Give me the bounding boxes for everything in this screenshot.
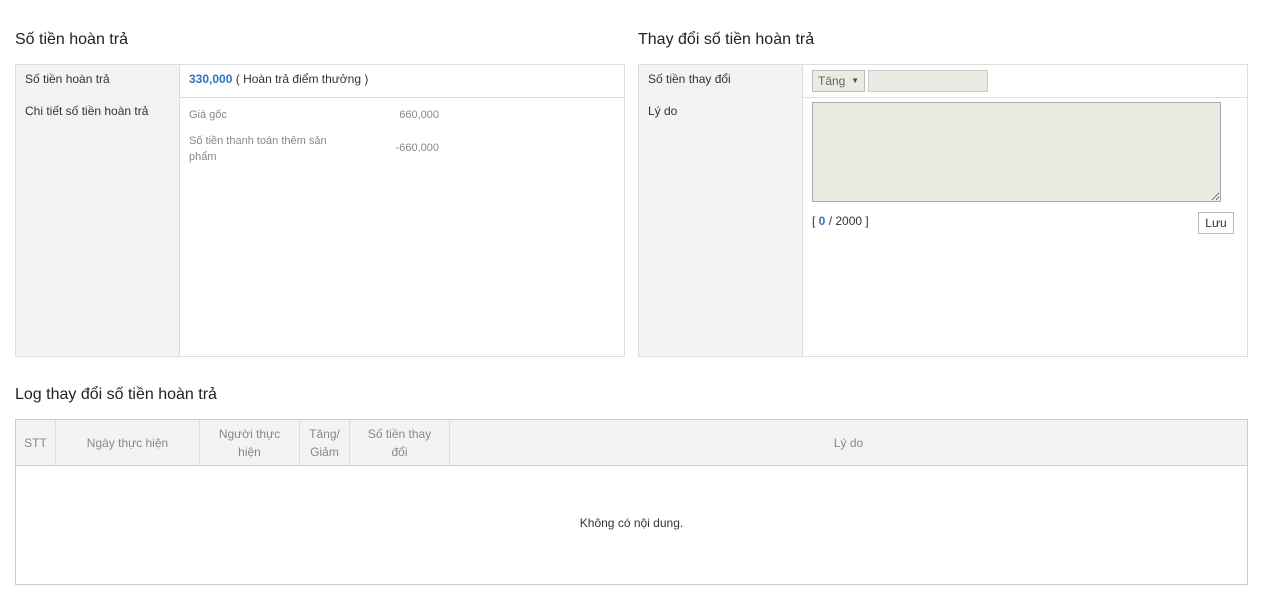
log-table-header: STT Ngày thực hiện Người thực hiện Tăng/… — [16, 420, 1247, 466]
refund-amount-value: 330,000 — [189, 72, 233, 86]
chevron-down-icon: ▼ — [851, 76, 859, 85]
detail-original-price-label: Giá gốc — [189, 109, 227, 121]
col-direction: Tăng/ Giảm — [300, 420, 350, 465]
change-section-title: Thay đổi số tiền hoàn trả — [638, 31, 815, 48]
reason-textarea[interactable] — [812, 102, 1221, 202]
reason-row: Lý do [ 0 / 2000 ] Lưu — [639, 97, 1247, 356]
change-amount-row: Số tiền thay đổi Tăng ▼ — [639, 65, 1247, 98]
refund-amount-row: Số tiền hoàn trả 330,000 ( Hoàn trả điểm… — [16, 65, 624, 98]
col-stt: STT — [16, 420, 56, 465]
direction-select-value: Tăng — [818, 74, 846, 88]
direction-select[interactable]: Tăng ▼ — [812, 70, 865, 92]
log-empty-message: Không có nội dung. — [579, 516, 684, 530]
char-counter-current: 0 — [818, 214, 826, 228]
refund-amount-cell: 330,000 ( Hoàn trả điểm thưởng ) — [180, 65, 624, 97]
col-reason: Lý do — [833, 435, 864, 450]
log-table: STT Ngày thực hiện Người thực hiện Tăng/… — [15, 419, 1248, 585]
detail-original-price-value: 660,000 — [399, 109, 439, 121]
change-amount-input[interactable] — [868, 70, 988, 92]
char-counter: [ 0 / 2000 ] — [812, 214, 869, 228]
save-button[interactable]: Lưu — [1198, 212, 1234, 234]
refund-detail-cell: Giá gốc 660,000 Số tiền thanh toán thêm … — [180, 97, 624, 356]
refund-detail-label: Chi tiết số tiền hoàn trả — [16, 97, 180, 356]
change-amount-label: Số tiền thay đổi — [639, 65, 803, 97]
refund-amount-note: ( Hoàn trả điểm thưởng ) — [235, 72, 369, 86]
col-amount: Số tiền thay đổi — [350, 420, 450, 465]
char-counter-max: 2000 — [835, 214, 863, 228]
refund-detail-row: Chi tiết số tiền hoàn trả Giá gốc 660,00… — [16, 97, 624, 356]
detail-extra-payment-label: Số tiền thanh toán thêm sản phẩm — [189, 135, 327, 163]
refund-amount-table: Số tiền hoàn trả 330,000 ( Hoàn trả điểm… — [15, 64, 625, 357]
change-amount-cell: Tăng ▼ — [803, 65, 1247, 97]
log-section-title: Log thay đổi số tiền hoàn trả — [15, 386, 217, 403]
col-user: Người thực hiện — [200, 420, 300, 465]
refund-amount-label: Số tiền hoàn trả — [16, 65, 180, 97]
change-amount-form: Số tiền thay đổi Tăng ▼ Lý do [ 0 / 2000… — [638, 64, 1248, 357]
reason-label: Lý do — [639, 97, 803, 356]
refund-section-title: Số tiền hoàn trả — [15, 31, 128, 48]
detail-extra-payment-value: -660,000 — [395, 142, 439, 154]
reason-cell: [ 0 / 2000 ] Lưu — [803, 97, 1247, 356]
col-date: Ngày thực hiện — [56, 420, 200, 465]
